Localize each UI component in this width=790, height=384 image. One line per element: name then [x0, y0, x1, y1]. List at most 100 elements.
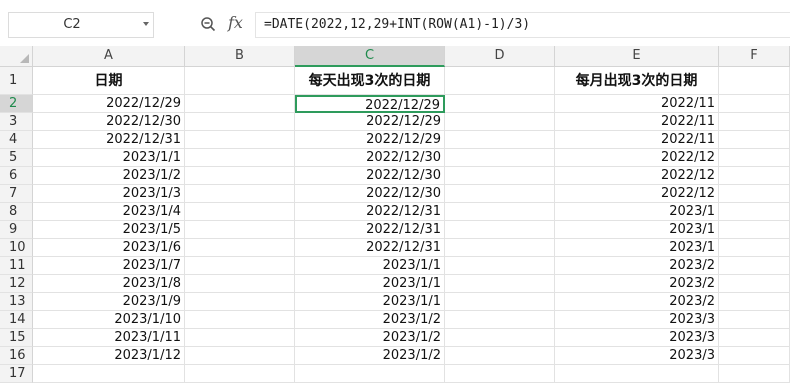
row-header-8[interactable]: 8	[0, 203, 33, 221]
cell-a1[interactable]: 日期	[33, 67, 185, 95]
row-header-11[interactable]: 11	[0, 257, 33, 275]
cell-b2[interactable]	[185, 95, 295, 113]
cell-c11[interactable]: 2023/1/1	[295, 257, 445, 275]
cell-e12[interactable]: 2023/2	[555, 275, 719, 293]
cell-b16[interactable]	[185, 347, 295, 365]
cell-c8[interactable]: 2022/12/31	[295, 203, 445, 221]
cell-f1[interactable]	[719, 67, 790, 95]
cell-d17[interactable]	[445, 365, 555, 383]
cell-e16[interactable]: 2023/3	[555, 347, 719, 365]
cell-d4[interactable]	[445, 131, 555, 149]
cell-c10[interactable]: 2022/12/31	[295, 239, 445, 257]
row-header-4[interactable]: 4	[0, 131, 33, 149]
cell-f5[interactable]	[719, 149, 790, 167]
cell-e5[interactable]: 2022/12	[555, 149, 719, 167]
cell-e15[interactable]: 2023/3	[555, 329, 719, 347]
cell-c4[interactable]: 2022/12/29	[295, 131, 445, 149]
cell-f9[interactable]	[719, 221, 790, 239]
column-header-b[interactable]: B	[185, 46, 295, 67]
column-header-c[interactable]: C	[295, 46, 445, 67]
cell-b12[interactable]	[185, 275, 295, 293]
row-header-5[interactable]: 5	[0, 149, 33, 167]
cell-e6[interactable]: 2022/12	[555, 167, 719, 185]
cell-e2[interactable]: 2022/11	[555, 95, 719, 113]
cell-b11[interactable]	[185, 257, 295, 275]
row-header-13[interactable]: 13	[0, 293, 33, 311]
cell-c16[interactable]: 2023/1/2	[295, 347, 445, 365]
cell-a6[interactable]: 2023/1/2	[33, 167, 185, 185]
cell-e9[interactable]: 2023/1	[555, 221, 719, 239]
name-box[interactable]: C2	[8, 12, 154, 38]
cell-d6[interactable]	[445, 167, 555, 185]
cell-a10[interactable]: 2023/1/6	[33, 239, 185, 257]
cell-f8[interactable]	[719, 203, 790, 221]
cell-d5[interactable]	[445, 149, 555, 167]
cell-a12[interactable]: 2023/1/8	[33, 275, 185, 293]
cell-f4[interactable]	[719, 131, 790, 149]
cell-c15[interactable]: 2023/1/2	[295, 329, 445, 347]
cell-a2[interactable]: 2022/12/29	[33, 95, 185, 113]
row-header-15[interactable]: 15	[0, 329, 33, 347]
cell-f13[interactable]	[719, 293, 790, 311]
cell-e8[interactable]: 2023/1	[555, 203, 719, 221]
cell-e1[interactable]: 每月出现3次的日期	[555, 67, 719, 95]
cell-d8[interactable]	[445, 203, 555, 221]
column-header-f[interactable]: F	[719, 46, 790, 67]
cell-b17[interactable]	[185, 365, 295, 383]
select-all-corner[interactable]	[0, 46, 33, 67]
cell-b6[interactable]	[185, 167, 295, 185]
row-header-10[interactable]: 10	[0, 239, 33, 257]
cell-d10[interactable]	[445, 239, 555, 257]
cell-d1[interactable]	[445, 67, 555, 95]
cell-d16[interactable]	[445, 347, 555, 365]
cell-b5[interactable]	[185, 149, 295, 167]
cell-f14[interactable]	[719, 311, 790, 329]
cell-f3[interactable]	[719, 113, 790, 131]
cell-b10[interactable]	[185, 239, 295, 257]
cell-c17[interactable]	[295, 365, 445, 383]
cell-b3[interactable]	[185, 113, 295, 131]
column-header-a[interactable]: A	[33, 46, 185, 67]
cell-a9[interactable]: 2023/1/5	[33, 221, 185, 239]
cell-c7[interactable]: 2022/12/30	[295, 185, 445, 203]
cell-a5[interactable]: 2023/1/1	[33, 149, 185, 167]
cell-d15[interactable]	[445, 329, 555, 347]
cell-a13[interactable]: 2023/1/9	[33, 293, 185, 311]
cell-d11[interactable]	[445, 257, 555, 275]
zoom-icon[interactable]	[200, 16, 216, 32]
cell-a14[interactable]: 2023/1/10	[33, 311, 185, 329]
cell-e7[interactable]: 2022/12	[555, 185, 719, 203]
row-header-9[interactable]: 9	[0, 221, 33, 239]
cell-c14[interactable]: 2023/1/2	[295, 311, 445, 329]
cell-a4[interactable]: 2022/12/31	[33, 131, 185, 149]
cell-a3[interactable]: 2022/12/30	[33, 113, 185, 131]
column-header-e[interactable]: E	[555, 46, 719, 67]
formula-input[interactable]: =DATE(2022,12,29+INT(ROW(A1)-1)/3)	[255, 12, 790, 38]
cell-c12[interactable]: 2023/1/1	[295, 275, 445, 293]
row-header-17[interactable]: 17	[0, 365, 33, 383]
function-icon[interactable]: fx	[228, 13, 243, 33]
cell-c5[interactable]: 2022/12/30	[295, 149, 445, 167]
cell-d9[interactable]	[445, 221, 555, 239]
cell-f12[interactable]	[719, 275, 790, 293]
cell-e14[interactable]: 2023/3	[555, 311, 719, 329]
cell-f6[interactable]	[719, 167, 790, 185]
row-header-7[interactable]: 7	[0, 185, 33, 203]
cell-f2[interactable]	[719, 95, 790, 113]
row-header-14[interactable]: 14	[0, 311, 33, 329]
row-header-2[interactable]: 2	[0, 95, 33, 113]
cell-b13[interactable]	[185, 293, 295, 311]
row-header-3[interactable]: 3	[0, 113, 33, 131]
cell-b4[interactable]	[185, 131, 295, 149]
cell-b8[interactable]	[185, 203, 295, 221]
cell-c1[interactable]: 每天出现3次的日期	[295, 67, 445, 95]
cell-d14[interactable]	[445, 311, 555, 329]
cell-b9[interactable]	[185, 221, 295, 239]
cell-e17[interactable]	[555, 365, 719, 383]
cell-c9[interactable]: 2022/12/31	[295, 221, 445, 239]
cell-a17[interactable]	[33, 365, 185, 383]
cell-c6[interactable]: 2022/12/30	[295, 167, 445, 185]
cell-d12[interactable]	[445, 275, 555, 293]
cell-b7[interactable]	[185, 185, 295, 203]
cell-a11[interactable]: 2023/1/7	[33, 257, 185, 275]
